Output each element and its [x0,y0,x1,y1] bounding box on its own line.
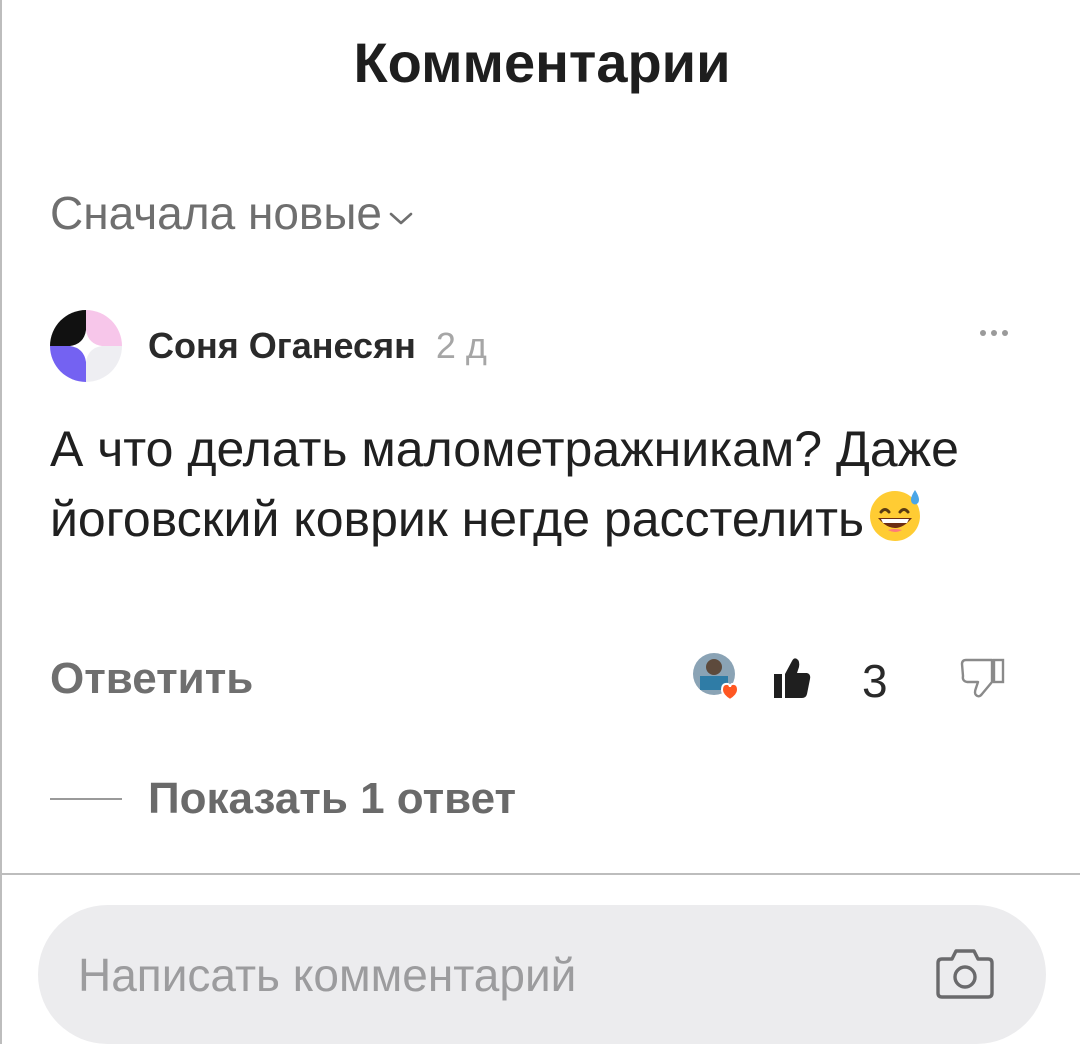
grinning-sweat-emoji [866,486,924,562]
comment-header: Соня Оганесян 2 д [50,310,487,382]
like-count: 3 [862,655,888,707]
comment-author[interactable]: Соня Оганесян [148,325,416,367]
comment-body: А что делать малометражникам? Даже йогов… [50,414,1010,562]
replies-divider-line [50,798,122,800]
thumbs-up-icon[interactable] [772,656,812,700]
show-replies-button[interactable]: Показать 1 ответ [50,774,516,824]
camera-icon[interactable] [934,945,996,1003]
composer-divider [2,873,1080,875]
comment-input[interactable]: Написать комментарий [38,905,1046,1044]
sort-dropdown[interactable]: Сначала новые [50,186,414,240]
chevron-down-icon [389,212,413,225]
comment-time: 2 д [435,325,487,366]
comment-input-placeholder: Написать комментарий [78,948,577,1001]
show-replies-label: Показать 1 ответ [148,774,517,823]
avatar[interactable] [50,310,122,382]
comments-screen: Комментарии Сначала новые Соня Оганесян … [0,0,1080,1044]
sort-label: Сначала новые [50,187,383,239]
reply-button[interactable]: Ответить [50,654,253,704]
page-title: Комментарии [353,31,731,94]
reactions-bar: 3 [692,652,1022,708]
avatar-image [50,310,122,382]
more-dots-icon[interactable] [980,330,1008,336]
reaction-user-avatar[interactable] [692,652,740,702]
thumbs-down-icon[interactable] [958,656,1010,700]
comment-text: А что делать малометражникам? Даже йогов… [50,421,959,547]
